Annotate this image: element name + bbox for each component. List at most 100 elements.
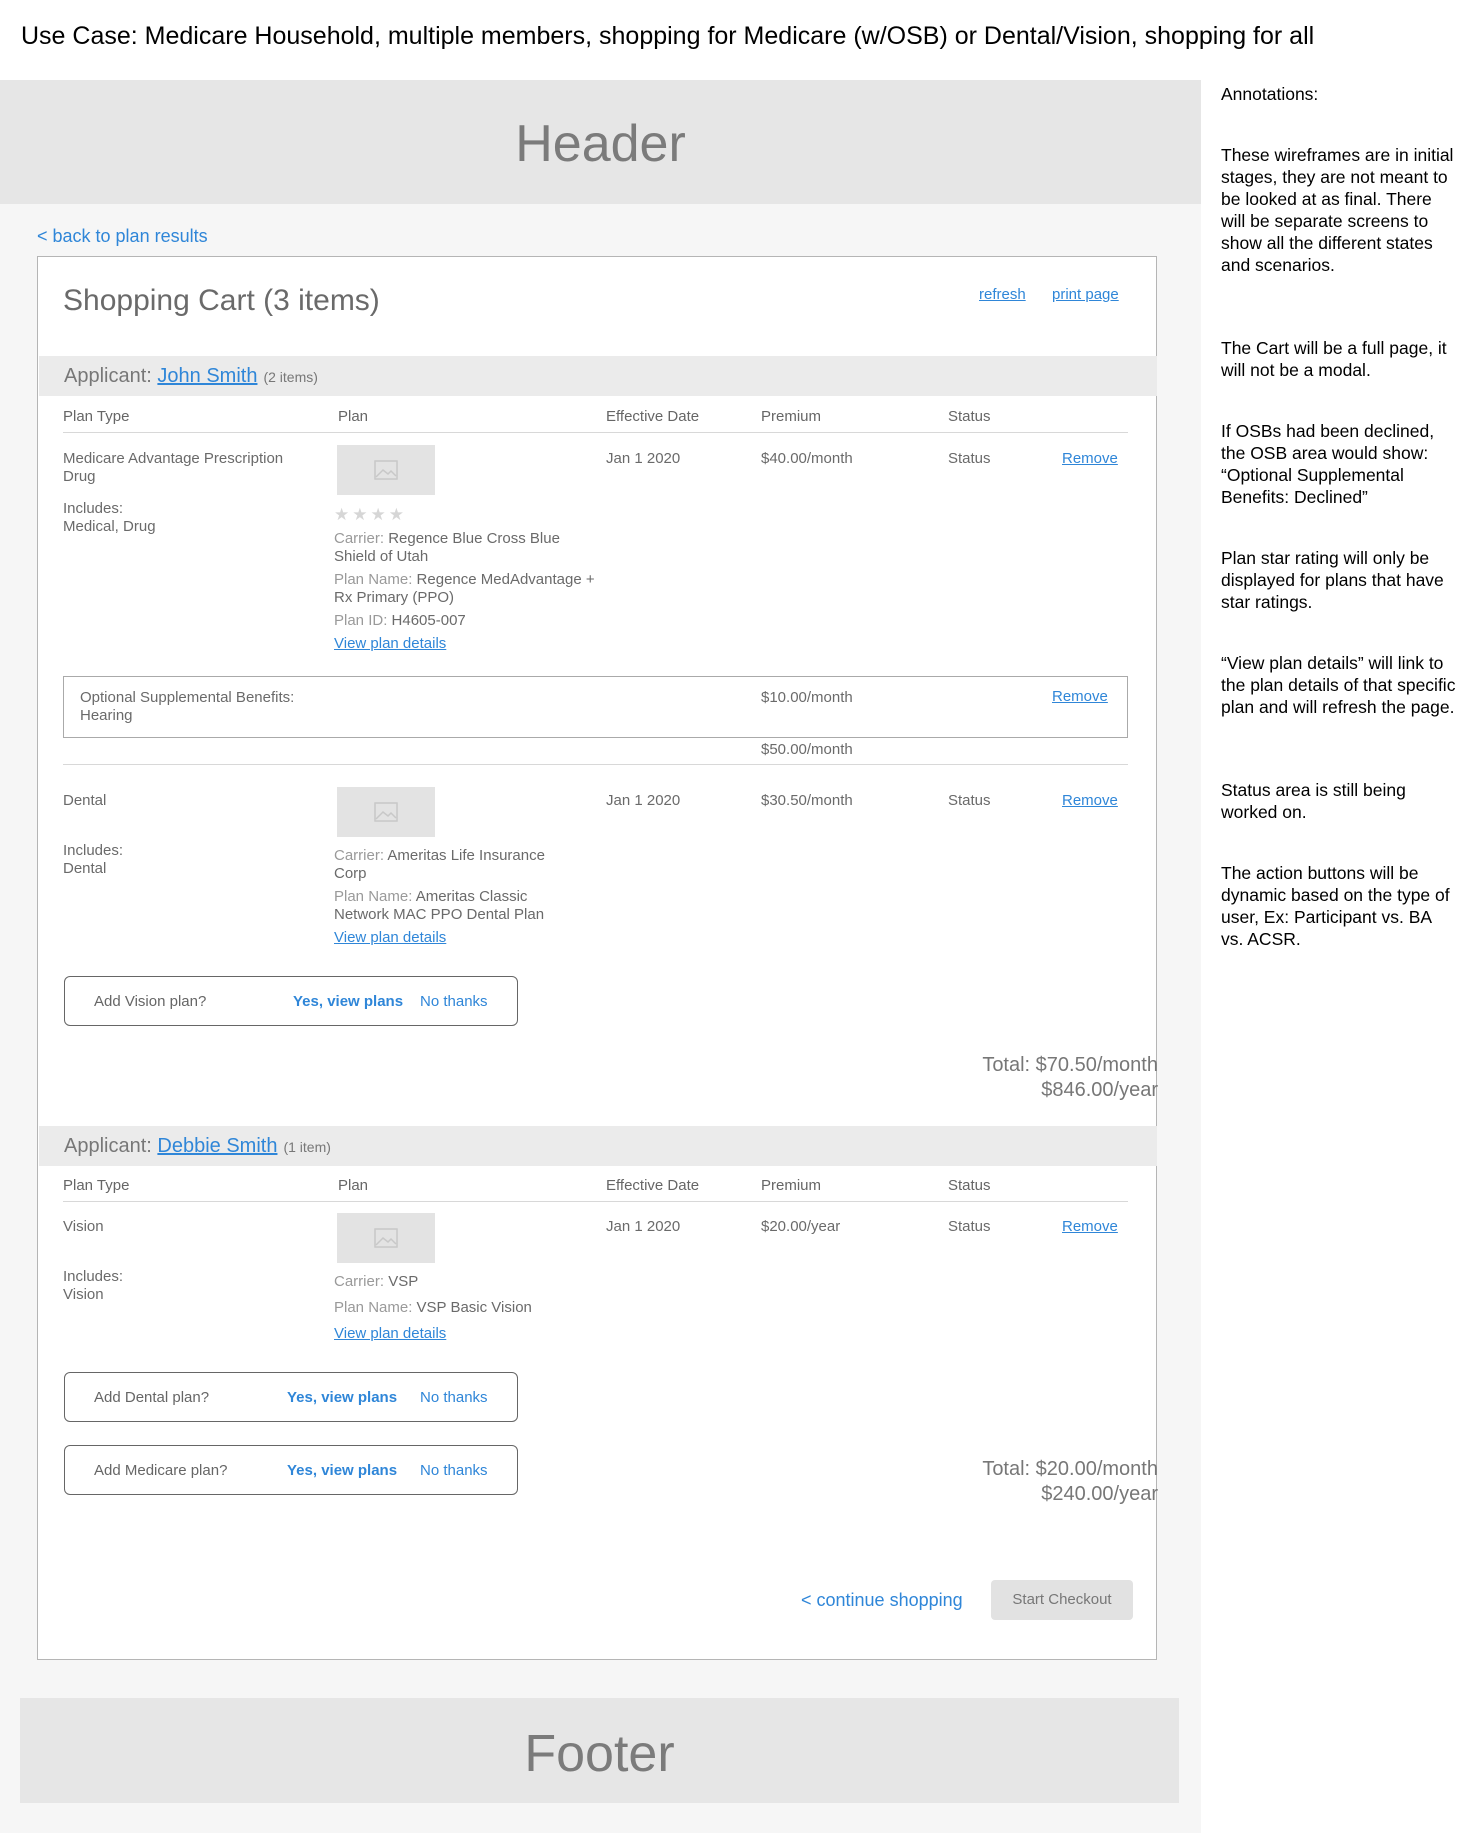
header-placeholder: Header [0,80,1201,204]
carrier: Carrier: Ameritas Life Insurance Corp [334,847,569,883]
view-plan-details-link[interactable]: View plan details [334,635,446,653]
image-placeholder-icon [374,460,398,480]
add-plan-question: Add Dental plan? [94,1389,210,1406]
applicant-label: Applicant: Debbie Smith (1 item) [64,1135,331,1158]
remove-plan-button[interactable]: Remove [1062,1218,1118,1235]
total-year: $846.00/year [1041,1079,1158,1101]
remove-osb-button[interactable]: Remove [1052,688,1108,705]
applicant-item-count: (1 item) [283,1139,331,1155]
carrier: Carrier: VSP [334,1273,418,1291]
plan-name-value: VSP Basic Vision [416,1299,532,1316]
col-plan-type: Plan Type [63,1177,130,1194]
includes-label: Includes: [63,1268,124,1285]
premium: $20.00/year [761,1218,841,1235]
divider [63,432,1128,433]
annotation-note: Status area is still being worked on. [1221,780,1406,822]
applicant-item-count: (2 items) [263,369,318,385]
effective-date: Jan 1 2020 [606,450,681,467]
divider [63,764,1128,765]
status: Status [948,1218,991,1235]
plan-id-label: Plan ID: [334,612,388,629]
applicant-label: Applicant: John Smith (2 items) [64,365,318,388]
osb-label: Optional Supplemental Benefits: [80,689,295,706]
footer-label: Footer [524,1725,675,1783]
add-medicare-prompt: Add Medicare plan? Yes, view plans No th… [64,1445,518,1495]
start-checkout-button[interactable]: Start Checkout [991,1580,1133,1620]
continue-shopping-link[interactable]: < continue shopping [801,1590,963,1611]
includes-value: Dental [63,860,107,877]
plan-name: Plan Name: Ameritas Classic Network MAC … [334,888,569,924]
includes-value: Medical, Drug [63,518,156,535]
effective-date: Jan 1 2020 [606,1218,681,1235]
applicant-prefix: Applicant: [64,365,152,387]
plan-thumbnail [337,445,435,495]
carrier: Carrier: Regence Blue Cross Blue Shield … [334,530,569,566]
premium: $40.00/month [761,450,853,467]
shopping-cart-panel: Shopping Cart (3 items) refresh print pa… [37,256,1158,1660]
header-label: Header [515,115,686,173]
includes-label: Includes: [63,500,124,517]
plan-thumbnail [337,1213,435,1263]
plan-name: Plan Name: Regence MedAdvantage + Rx Pri… [334,571,604,607]
view-plan-details-link[interactable]: View plan details [334,929,446,947]
total-month: Total: $20.00/month [982,1458,1158,1480]
applicant-name-link[interactable]: Debbie Smith [157,1135,277,1157]
annotation-note: These wireframes are in initial stages, … [1221,145,1454,275]
includes-value: Vision [63,1286,104,1303]
col-status: Status [948,408,991,425]
add-plan-question: Add Vision plan? [94,993,207,1010]
premium: $30.50/month [761,792,853,809]
status: Status [948,450,991,467]
annotation-note: Plan star rating will only be displayed … [1221,548,1444,612]
col-premium: Premium [761,1177,822,1194]
no-thanks-button[interactable]: No thanks [420,1462,488,1479]
col-plan: Plan [338,1177,369,1194]
carrier-value: VSP [388,1273,419,1290]
remove-plan-button[interactable]: Remove [1062,450,1118,467]
footer-placeholder: Footer [20,1698,1179,1803]
divider [63,1201,1128,1202]
annotation-note: “View plan details” will link to the pla… [1221,653,1456,717]
star-rating: ★ ★ ★ ★ [334,505,407,525]
print-page-link[interactable]: print page [1052,286,1119,303]
image-placeholder-icon [374,802,398,822]
carrier-label: Carrier: [334,847,385,864]
effective-date: Jan 1 2020 [606,792,681,809]
plan-thumbnail [337,787,435,837]
yes-view-plans-button[interactable]: Yes, view plans [287,1462,397,1479]
osb-box: Optional Supplemental Benefits: Hearing … [63,676,1128,738]
plan-name-label: Plan Name: [334,571,413,588]
plan-name-label: Plan Name: [334,1299,413,1316]
star-icon: ★ [388,505,404,524]
no-thanks-button[interactable]: No thanks [420,1389,488,1406]
plan-id-value: H4605-007 [391,612,466,629]
plan-type: Dental [63,792,107,809]
carrier-label: Carrier: [334,1273,385,1290]
applicant-prefix: Applicant: [64,1135,152,1157]
status: Status [948,792,991,809]
applicant-name-link[interactable]: John Smith [157,365,257,387]
col-premium: Premium [761,408,822,425]
refresh-link[interactable]: refresh [979,286,1026,303]
yes-view-plans-button[interactable]: Yes, view plans [293,993,403,1010]
no-thanks-button[interactable]: No thanks [420,993,488,1010]
includes-label: Includes: [63,842,124,859]
yes-view-plans-button[interactable]: Yes, view plans [287,1389,397,1406]
remove-plan-button[interactable]: Remove [1062,792,1118,809]
add-plan-question: Add Medicare plan? [94,1462,228,1479]
applicant-bar-john: Applicant: John Smith (2 items) [39,356,1157,396]
total-year: $240.00/year [1041,1483,1158,1505]
plan-type: Vision [63,1218,104,1235]
carrier-label: Carrier: [334,530,385,547]
star-icon: ★ [352,505,368,524]
plan-name: Plan Name: VSP Basic Vision [334,1299,532,1317]
back-to-results-link[interactable]: < back to plan results [37,226,208,247]
star-icon: ★ [334,505,350,524]
annotation-note: The Cart will be a full page, it will no… [1221,338,1447,380]
premium-subtotal: $50.00/month [761,741,853,758]
plan-name-label: Plan Name: [334,888,413,905]
col-effective-date: Effective Date [606,1177,700,1194]
total-month: Total: $70.50/month [982,1054,1158,1076]
view-plan-details-link[interactable]: View plan details [334,1325,446,1343]
osb-premium: $10.00/month [761,689,853,706]
